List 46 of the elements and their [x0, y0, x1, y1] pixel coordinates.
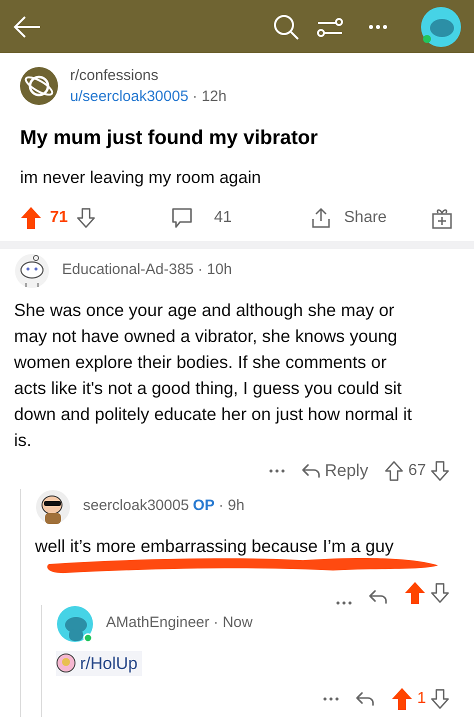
upvote-icon[interactable]	[391, 687, 414, 712]
upvote-icon[interactable]	[384, 460, 404, 482]
comment-time: · Now	[213, 613, 253, 634]
comment-time: · 9h	[218, 496, 244, 516]
post-score: 71	[50, 208, 68, 228]
comment-author[interactable]: Educational-Ad-385	[62, 259, 194, 282]
post-body: im never leaving my room again	[20, 167, 262, 189]
more-icon[interactable]	[336, 600, 352, 604]
comment-text: well it’s more embarrassing because I’m a guy	[35, 534, 395, 558]
downvote-icon[interactable]	[430, 688, 450, 710]
share-button[interactable]: Share	[310, 206, 387, 230]
avatar-icon	[35, 488, 71, 524]
community-icon	[56, 653, 76, 674]
comment-text: She was once your age and although she may or may not have owned a vibrator, she knows young women explore their bodies. If she comments or acts like it's not a good thing, I guess you could sit down and politely educate her on just how normal it is.	[14, 298, 413, 452]
reply-icon	[368, 588, 388, 604]
planet-icon	[20, 67, 58, 105]
reply-icon	[355, 691, 376, 708]
post-time: · 12h	[192, 87, 227, 107]
share-icon	[310, 206, 332, 228]
op-label: OP	[192, 496, 215, 516]
upvote-icon[interactable]	[20, 206, 42, 230]
post-title: My mum just found my vibrator	[20, 126, 319, 151]
more-icon[interactable]	[323, 697, 340, 702]
comment-score: 1	[417, 689, 426, 710]
search-icon[interactable]	[272, 12, 300, 40]
subreddit-link[interactable]: r/HolUp	[56, 650, 142, 676]
reply-icon	[300, 462, 321, 478]
downvote-icon[interactable]	[430, 460, 450, 482]
comment-score: 67	[408, 460, 426, 480]
reply-button[interactable]: Reply	[324, 458, 368, 484]
comment-count: 41	[214, 208, 232, 228]
comment-author[interactable]: AMathEngineer	[106, 612, 210, 635]
back-icon[interactable]	[12, 14, 42, 38]
comment-icon[interactable]	[170, 206, 194, 230]
avatar-icon	[14, 252, 50, 288]
downvote-icon[interactable]	[76, 206, 96, 228]
post-author[interactable]: u/seercloak30005	[70, 86, 188, 107]
comment-author[interactable]: seercloak30005	[83, 495, 189, 518]
upvote-icon[interactable]	[404, 580, 426, 604]
comment-time: · 10h	[198, 260, 232, 280]
more-icon[interactable]	[268, 468, 285, 472]
more-icon[interactable]	[368, 24, 388, 30]
subreddit-name[interactable]: r/confessions	[70, 65, 227, 86]
downvote-icon[interactable]	[430, 582, 450, 604]
link-text[interactable]: r/HolUp	[80, 650, 138, 676]
profile-avatar-icon[interactable]	[420, 6, 462, 48]
